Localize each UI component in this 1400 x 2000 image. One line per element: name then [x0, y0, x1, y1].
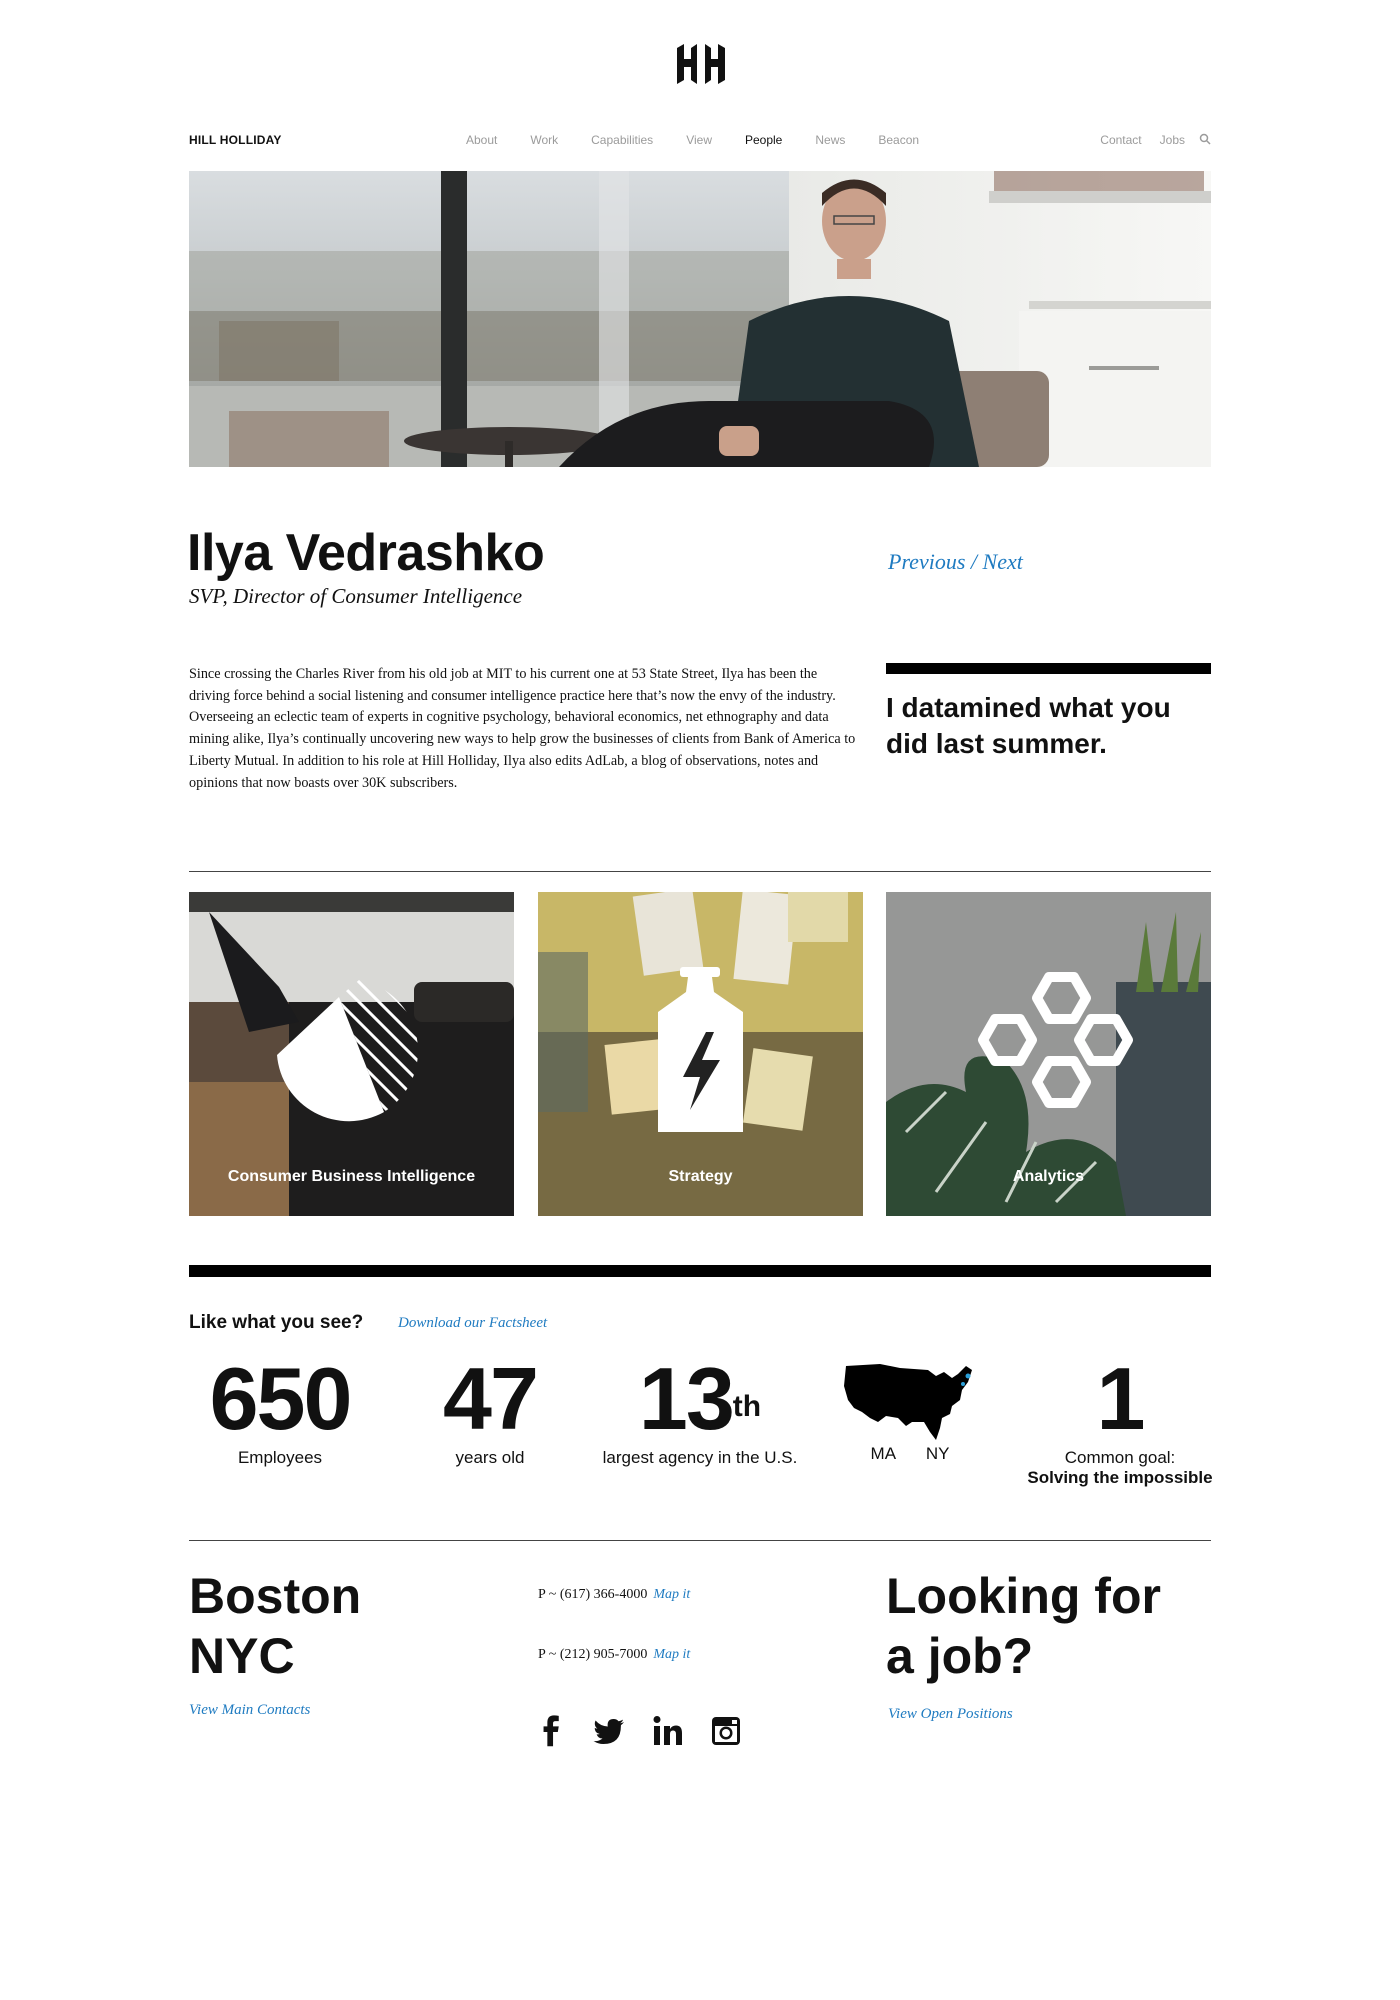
- city-nyc: NYC: [189, 1628, 295, 1684]
- usa-map-icon: [844, 1364, 972, 1440]
- social-links: [535, 1714, 743, 1748]
- jobs-heading-line-2: a job?: [886, 1628, 1034, 1684]
- twitter-icon[interactable]: [593, 1714, 627, 1748]
- nav-item-jobs[interactable]: Jobs: [1160, 133, 1185, 147]
- footer-divider: [189, 1540, 1211, 1541]
- capability-tile-strategy[interactable]: Strategy: [538, 892, 863, 1216]
- stat-suffix: th: [732, 1390, 762, 1423]
- stat-label: years old: [455, 1448, 525, 1467]
- top-nav: HILL HOLLIDAY About Work Capabilities Vi…: [189, 130, 1211, 150]
- view-open-positions-link[interactable]: View Open Positions: [888, 1706, 1013, 1723]
- stat-value: 47: [443, 1349, 539, 1448]
- stat-value: 650: [209, 1349, 353, 1448]
- phone-nyc: P ~ (212) 905-7000 Map it: [538, 1647, 690, 1663]
- stat-label: largest agency in the U.S.: [602, 1448, 798, 1467]
- stat-goal: 1 Common goal: Solving the impossible: [1010, 1354, 1230, 1488]
- stat-label-bold: Solving the impossible: [1027, 1468, 1213, 1487]
- stat-age: 47 years old: [400, 1354, 580, 1468]
- pagination-separator: /: [965, 549, 983, 574]
- nav-item-contact[interactable]: Contact: [1100, 133, 1141, 147]
- secondary-nav: Contact Jobs: [1082, 133, 1211, 147]
- office-cities: Boston NYC: [189, 1566, 361, 1686]
- hh-logo[interactable]: [675, 44, 727, 84]
- map-it-link[interactable]: Map it: [653, 1587, 690, 1602]
- facebook-icon[interactable]: [535, 1714, 569, 1748]
- search-icon[interactable]: [1199, 133, 1211, 145]
- capability-label: Strategy: [668, 1168, 733, 1185]
- stat-offices: MA NY: [830, 1354, 990, 1464]
- linkedin-icon[interactable]: [651, 1714, 685, 1748]
- phone-number[interactable]: P ~ (617) 366-4000: [538, 1587, 647, 1602]
- nav-item-view[interactable]: View: [686, 133, 712, 147]
- city-boston: Boston: [189, 1568, 362, 1624]
- phone-number[interactable]: P ~ (212) 905-7000: [538, 1647, 647, 1662]
- section-divider: [189, 871, 1211, 872]
- view-main-contacts-link[interactable]: View Main Contacts: [189, 1702, 310, 1719]
- nav-item-news[interactable]: News: [815, 133, 845, 147]
- hero-photo: [189, 171, 1211, 467]
- main-nav: About Work Capabilities View People News…: [466, 133, 952, 147]
- instagram-icon[interactable]: [709, 1714, 743, 1748]
- stat-employees: 650 Employees: [190, 1354, 370, 1468]
- stat-rank: 13th largest agency in the U.S.: [590, 1354, 810, 1468]
- phone-boston: P ~ (617) 366-4000 Map it: [538, 1587, 690, 1603]
- nav-item-people[interactable]: People: [745, 133, 782, 147]
- brand-name[interactable]: HILL HOLLIDAY: [189, 133, 282, 147]
- stat-label: Common goal:: [1064, 1448, 1176, 1467]
- previous-link[interactable]: Previous: [888, 549, 965, 574]
- pull-quote: I datamined what you did last summer.: [886, 692, 1171, 759]
- map-it-link[interactable]: Map it: [653, 1647, 690, 1662]
- person-bio: Since crossing the Charles River from hi…: [189, 666, 856, 791]
- facts-divider: [189, 1265, 1211, 1277]
- jobs-heading-line-1: Looking for: [886, 1568, 1161, 1624]
- jobs-heading: Looking for a job?: [886, 1566, 1161, 1686]
- capability-tile-analytics[interactable]: Analytics: [886, 892, 1211, 1216]
- nav-item-capabilities[interactable]: Capabilities: [591, 133, 653, 147]
- capability-label: Consumer Business Intelligence: [227, 1168, 476, 1185]
- nav-item-beacon[interactable]: Beacon: [878, 133, 919, 147]
- profile-pagination: Previous / Next: [888, 549, 1023, 575]
- stat-label: Employees: [237, 1448, 323, 1467]
- stat-value: 13: [638, 1349, 735, 1448]
- nav-item-about[interactable]: About: [466, 133, 497, 147]
- person-name: Ilya Vedrashko: [187, 524, 545, 582]
- person-title: SVP, Director of Consumer Intelligence: [189, 584, 523, 608]
- stat-label: MA NY: [870, 1444, 950, 1463]
- download-factsheet-link[interactable]: Download our Factsheet: [398, 1315, 547, 1332]
- facts-heading: Like what you see?: [189, 1312, 364, 1333]
- quote-divider: [886, 663, 1211, 674]
- capability-label: Analytics: [1012, 1168, 1085, 1185]
- nav-item-work[interactable]: Work: [530, 133, 558, 147]
- next-link[interactable]: Next: [983, 549, 1023, 574]
- stat-value: 1: [1096, 1349, 1146, 1448]
- capability-tile-consumer-business-intelligence[interactable]: Consumer Business Intelligence: [189, 892, 514, 1216]
